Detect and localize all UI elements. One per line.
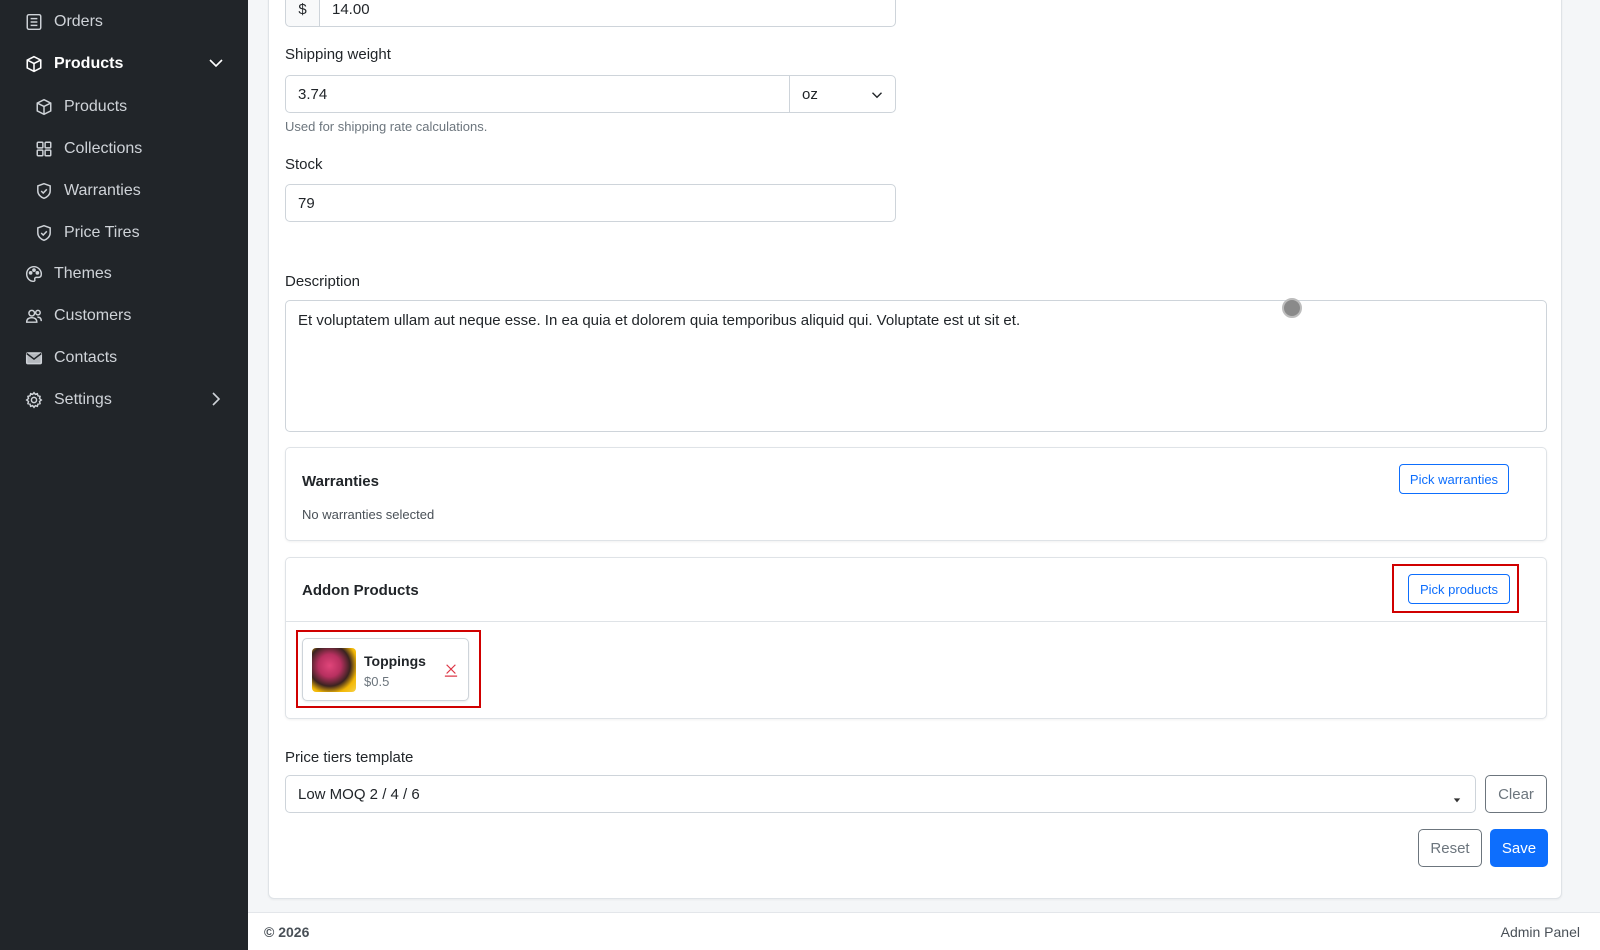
footer-app-name: Admin Panel xyxy=(1500,924,1580,940)
shield-icon xyxy=(35,224,53,242)
sidebar-item-customers[interactable]: Customers xyxy=(0,296,248,336)
weight-unit-value: oz xyxy=(802,85,818,103)
sidebar-item-label: Contacts xyxy=(54,349,118,366)
shipping-weight-label: Shipping weight xyxy=(285,46,391,63)
reset-button[interactable]: Reset xyxy=(1418,829,1482,867)
sidebar: Orders Products Products Collections War… xyxy=(0,0,248,950)
stock-label: Stock xyxy=(285,156,323,173)
sidebar-item-collections[interactable]: Collections xyxy=(0,129,248,169)
chevron-down-icon xyxy=(208,55,224,71)
pick-products-highlight xyxy=(1392,564,1519,613)
footer: © 2026 Admin Panel xyxy=(248,912,1600,950)
weight-unit-select[interactable]: oz xyxy=(789,75,896,113)
warranties-panel: Warranties Pick warranties No warranties… xyxy=(285,447,1547,541)
shipping-weight-hint: Used for shipping rate calculations. xyxy=(285,119,488,134)
sidebar-item-label: Price Tires xyxy=(64,224,140,241)
grid-icon xyxy=(35,140,53,158)
addon-products-panel: Addon Products Pick products Toppings $0… xyxy=(285,557,1547,719)
addon-item-highlight xyxy=(296,630,481,708)
warranties-empty-text: No warranties selected xyxy=(302,507,435,522)
stock-input[interactable]: 79 xyxy=(285,184,896,222)
box-icon xyxy=(35,98,53,116)
sidebar-item-label: Collections xyxy=(64,140,143,157)
description-textarea[interactable]: Et voluptatem ullam aut neque esse. In e… xyxy=(285,300,1547,432)
sidebar-item-contacts[interactable]: Contacts xyxy=(0,338,248,378)
sidebar-item-label: Themes xyxy=(54,265,112,282)
panel-divider xyxy=(286,621,1546,622)
sidebar-item-settings[interactable]: Settings xyxy=(0,380,248,420)
price-tiers-value: Low MOQ 2 / 4 / 6 xyxy=(298,785,420,803)
sidebar-item-products-group[interactable]: Products xyxy=(0,44,248,84)
sidebar-item-label: Products xyxy=(54,55,124,72)
sidebar-item-label: Warranties xyxy=(64,182,141,199)
footer-copyright: © 2026 xyxy=(264,924,310,940)
clear-price-tiers-button[interactable]: Clear xyxy=(1485,775,1547,813)
save-button[interactable]: Save xyxy=(1490,829,1548,867)
description-value: Et voluptatem ullam aut neque esse. In e… xyxy=(298,312,1021,329)
warranties-title: Warranties xyxy=(302,473,379,490)
price-value: 14.00 xyxy=(332,0,370,18)
users-icon xyxy=(25,307,43,325)
envelope-icon xyxy=(25,349,43,367)
shield-icon xyxy=(35,182,53,200)
sidebar-item-label: Customers xyxy=(54,307,132,324)
description-label: Description xyxy=(285,273,361,290)
stock-value: 79 xyxy=(298,194,315,212)
shipping-weight-input[interactable]: 3.74 xyxy=(285,75,790,113)
price-prefix: $ xyxy=(285,0,320,27)
box-icon xyxy=(25,55,43,73)
currency-symbol: $ xyxy=(298,0,307,18)
sidebar-item-products[interactable]: Products xyxy=(0,87,248,127)
sidebar-item-label: Orders xyxy=(54,13,103,30)
sidebar-item-label: Settings xyxy=(54,391,112,408)
sidebar-item-label: Products xyxy=(64,98,128,115)
price-tiers-select[interactable]: Low MOQ 2 / 4 / 6 xyxy=(285,775,1476,813)
chevron-down-icon xyxy=(871,88,883,100)
sidebar-item-price-tires[interactable]: Price Tires xyxy=(0,213,248,253)
pick-warranties-button[interactable]: Pick warranties xyxy=(1399,464,1509,494)
main-content: $ 14.00 Shipping weight 3.74 oz Used for… xyxy=(248,0,1600,950)
palette-icon xyxy=(25,265,43,283)
product-form-card: $ 14.00 Shipping weight 3.74 oz Used for… xyxy=(268,0,1562,899)
addon-products-title: Addon Products xyxy=(302,582,419,599)
price-tiers-label: Price tiers template xyxy=(285,749,414,766)
gear-icon xyxy=(25,391,43,409)
sidebar-item-themes[interactable]: Themes xyxy=(0,254,248,294)
sidebar-item-warranties[interactable]: Warranties xyxy=(0,171,248,211)
cursor-indicator xyxy=(1282,298,1302,318)
price-input[interactable]: 14.00 xyxy=(319,0,896,27)
sidebar-item-orders[interactable]: Orders xyxy=(0,2,248,42)
caret-down-icon xyxy=(1453,791,1461,803)
chevron-right-icon xyxy=(208,391,224,407)
shipping-weight-value: 3.74 xyxy=(298,85,328,103)
orders-icon xyxy=(25,13,43,31)
